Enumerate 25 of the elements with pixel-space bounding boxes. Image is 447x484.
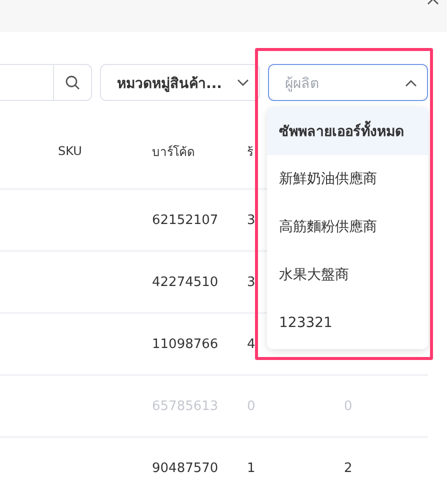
table-cell: 2 [344, 460, 352, 476]
table-cell: 0 [247, 398, 256, 414]
menu-item[interactable]: 高筋麵粉供應商 [267, 203, 428, 251]
category-select[interactable]: หมวดหมู่สินค้า... [100, 64, 260, 101]
table-cell: 42274510 [152, 274, 218, 290]
table-cell: 4 [247, 336, 256, 352]
table-cell: 62152107 [152, 212, 218, 228]
table-cell: 0 [344, 398, 352, 414]
search-icon[interactable] [65, 75, 80, 90]
chevron-down-icon [237, 78, 249, 86]
menu-item[interactable]: ซัพพลายเออร์ทั้งหมด [267, 107, 428, 155]
table-cell: 3 [247, 274, 256, 290]
table-cell: 90487570 [152, 460, 218, 476]
column-header: SKU [58, 144, 82, 158]
column-header: ร้ [247, 144, 253, 160]
table-cell: 65785613 [152, 398, 218, 414]
menu-item[interactable]: 123321 [267, 299, 428, 347]
search-field[interactable] [0, 64, 92, 101]
column-header: บาร์โค้ด [152, 144, 195, 160]
table-cell: 11098766 [152, 336, 218, 352]
table-cell: 3 [247, 212, 256, 228]
menu-item[interactable]: 水果大盤商 [267, 251, 428, 299]
menu-item[interactable]: 新鮮奶油供應商 [267, 155, 428, 203]
chevron-up-icon [405, 78, 417, 86]
table-cell: 1 [247, 460, 256, 476]
